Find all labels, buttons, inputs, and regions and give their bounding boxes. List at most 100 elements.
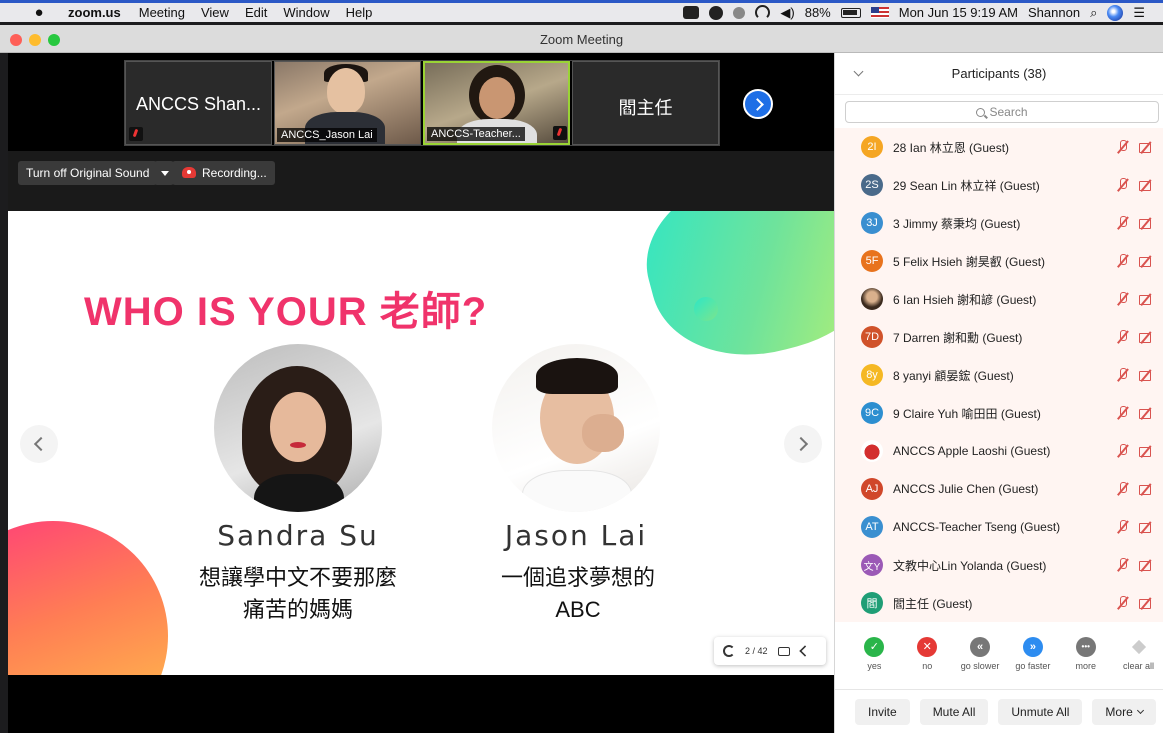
siri-icon[interactable]: [1107, 4, 1124, 21]
video-off-icon[interactable]: [1139, 559, 1155, 571]
cloud-recording-icon: [182, 167, 196, 178]
slide-title: WHO IS YOUR 老師?: [84, 290, 488, 334]
fast-forward-icon: »: [1022, 637, 1043, 657]
user-menu[interactable]: Shannon: [1028, 5, 1080, 20]
participant-row[interactable]: 2S 29 Sean Lin 林立祥 (Guest): [835, 166, 1163, 204]
video-off-icon[interactable]: [1139, 293, 1155, 305]
video-off-icon[interactable]: [1139, 179, 1155, 191]
wifi-icon[interactable]: [755, 5, 771, 20]
video-off-icon[interactable]: [1139, 369, 1155, 381]
notification-center-icon[interactable]: ☰: [1133, 5, 1145, 21]
teacher-description: 痛苦的媽媽: [242, 597, 353, 622]
exit-fullscreen-icon[interactable]: [798, 645, 811, 657]
clock[interactable]: Mon Jun 15 9:19 AM: [899, 5, 1018, 20]
menu-window[interactable]: Window: [283, 5, 329, 20]
participant-row[interactable]: 2I 28 Ian 林立恩 (Guest): [835, 128, 1163, 166]
menubar: ● zoom.us Meeting View Edit Window Help …: [0, 0, 1163, 22]
zoom-status-icon[interactable]: [683, 6, 700, 19]
participant-name: ANCCS-Teacher Tseng (Guest): [893, 520, 1061, 534]
filmstrip-next-page-button[interactable]: [743, 89, 773, 119]
muted-mic-icon[interactable]: [1116, 596, 1130, 610]
cross-icon: ✕: [917, 637, 938, 657]
feedback-more-button[interactable]: ••• more: [1060, 637, 1111, 681]
more-button[interactable]: More: [1092, 698, 1156, 725]
avatar: AJ: [861, 478, 883, 500]
muted-mic-icon[interactable]: [1116, 368, 1130, 382]
video-off-icon[interactable]: [1139, 141, 1155, 153]
window-titlebar: Zoom Meeting: [0, 25, 1163, 53]
teacher-photo: [214, 344, 382, 512]
participant-row[interactable]: 8y 8 yanyi 顧晏鋐 (Guest): [835, 356, 1163, 394]
video-off-icon[interactable]: [1139, 407, 1155, 419]
avatar: 3J: [861, 212, 883, 234]
muted-mic-icon[interactable]: [1116, 178, 1130, 192]
video-off-icon[interactable]: [1139, 483, 1155, 495]
muted-mic-icon[interactable]: [1116, 140, 1130, 154]
feedback-no-button[interactable]: ✕ no: [902, 637, 953, 681]
participant-row[interactable]: 6 Ian Hsieh 謝和諺 (Guest): [835, 280, 1163, 318]
video-tile[interactable]: 閻主任: [572, 61, 719, 145]
original-sound-dropdown-icon[interactable]: [154, 161, 174, 185]
chevron-down-icon: [1136, 706, 1144, 714]
video-off-icon[interactable]: [1139, 255, 1155, 267]
video-tile[interactable]: ANCCS_Jason Lai: [274, 61, 421, 145]
video-off-icon[interactable]: [1139, 445, 1155, 457]
participant-row[interactable]: 7D 7 Darren 謝和勳 (Guest): [835, 318, 1163, 356]
muted-mic-icon[interactable]: [1116, 558, 1130, 572]
menu-edit[interactable]: Edit: [245, 5, 267, 20]
muted-mic-icon[interactable]: [1116, 520, 1130, 534]
volume-icon[interactable]: ◀): [780, 5, 794, 21]
feedback-yes-button[interactable]: ✓ yes: [849, 637, 900, 681]
video-off-icon[interactable]: [1139, 217, 1155, 229]
participant-row[interactable]: 9C 9 Claire Yuh 喻田田 (Guest): [835, 394, 1163, 432]
participant-name-label: ANCCS_Jason Lai: [277, 128, 377, 142]
participant-row[interactable]: ANCCS Apple Laoshi (Guest): [835, 432, 1163, 470]
invite-button[interactable]: Invite: [855, 698, 910, 725]
refresh-icon[interactable]: [723, 645, 735, 657]
menu-help[interactable]: Help: [346, 5, 373, 20]
menu-meeting[interactable]: Meeting: [139, 5, 185, 20]
app-menu[interactable]: zoom.us: [68, 5, 121, 20]
feedback-go-slower-button[interactable]: « go slower: [955, 637, 1006, 681]
next-slide-button[interactable]: [784, 425, 822, 463]
battery-icon[interactable]: [840, 7, 861, 18]
participant-row[interactable]: 文Y 文教中心Lin Yolanda (Guest): [835, 546, 1163, 584]
participant-search-input[interactable]: Search: [845, 101, 1159, 123]
bluetooth-icon[interactable]: [733, 6, 746, 19]
muted-mic-icon[interactable]: [1116, 216, 1130, 230]
video-off-icon[interactable]: [1139, 521, 1155, 533]
mute-all-button[interactable]: Mute All: [919, 698, 989, 725]
rewind-icon: «: [970, 637, 991, 657]
participant-name: ANCCS Apple Laoshi (Guest): [893, 444, 1051, 458]
apple-menu-icon[interactable]: ●: [24, 4, 54, 21]
participant-name: ANCCS Julie Chen (Guest): [893, 482, 1039, 496]
video-off-icon[interactable]: [1139, 331, 1155, 343]
participant-row[interactable]: 5F 5 Felix Hsieh 謝昊叡 (Guest): [835, 242, 1163, 280]
participant-row[interactable]: 閻 閻主任 (Guest): [835, 584, 1163, 622]
participant-row[interactable]: AT ANCCS-Teacher Tseng (Guest): [835, 508, 1163, 546]
video-tile-active-speaker[interactable]: ANCCS-Teacher...: [423, 61, 570, 145]
participant-row[interactable]: 3J 3 Jimmy 蔡秉均 (Guest): [835, 204, 1163, 242]
participant-row[interactable]: AJ ANCCS Julie Chen (Guest): [835, 470, 1163, 508]
muted-mic-icon[interactable]: [1116, 330, 1130, 344]
spotlight-search-icon[interactable]: ⌕: [1090, 5, 1097, 21]
feedback-go-faster-button[interactable]: » go faster: [1007, 637, 1058, 681]
muted-mic-icon[interactable]: [1116, 254, 1130, 268]
previous-slide-button[interactable]: [20, 425, 58, 463]
muted-mic-icon[interactable]: [1116, 292, 1130, 306]
shared-slide: WHO IS YOUR 老師? Sandra Su Jason Lai 想讓學中…: [8, 211, 834, 675]
video-tile[interactable]: ANCCS Shan...: [125, 61, 272, 145]
video-off-icon[interactable]: [1139, 597, 1155, 609]
window-icon[interactable]: [777, 646, 790, 656]
teacher-photo: [492, 344, 660, 512]
menu-view[interactable]: View: [201, 5, 229, 20]
unmute-all-button[interactable]: Unmute All: [998, 698, 1083, 725]
line-app-icon[interactable]: [709, 5, 724, 20]
muted-mic-icon[interactable]: [1116, 482, 1130, 496]
recording-indicator[interactable]: Recording...: [172, 161, 275, 185]
feedback-clear-all-button[interactable]: clear all: [1113, 637, 1163, 681]
muted-mic-icon[interactable]: [1116, 406, 1130, 420]
muted-mic-icon[interactable]: [1116, 444, 1130, 458]
input-source-flag-icon[interactable]: [870, 7, 889, 18]
original-sound-button[interactable]: Turn off Original Sound: [18, 161, 158, 185]
